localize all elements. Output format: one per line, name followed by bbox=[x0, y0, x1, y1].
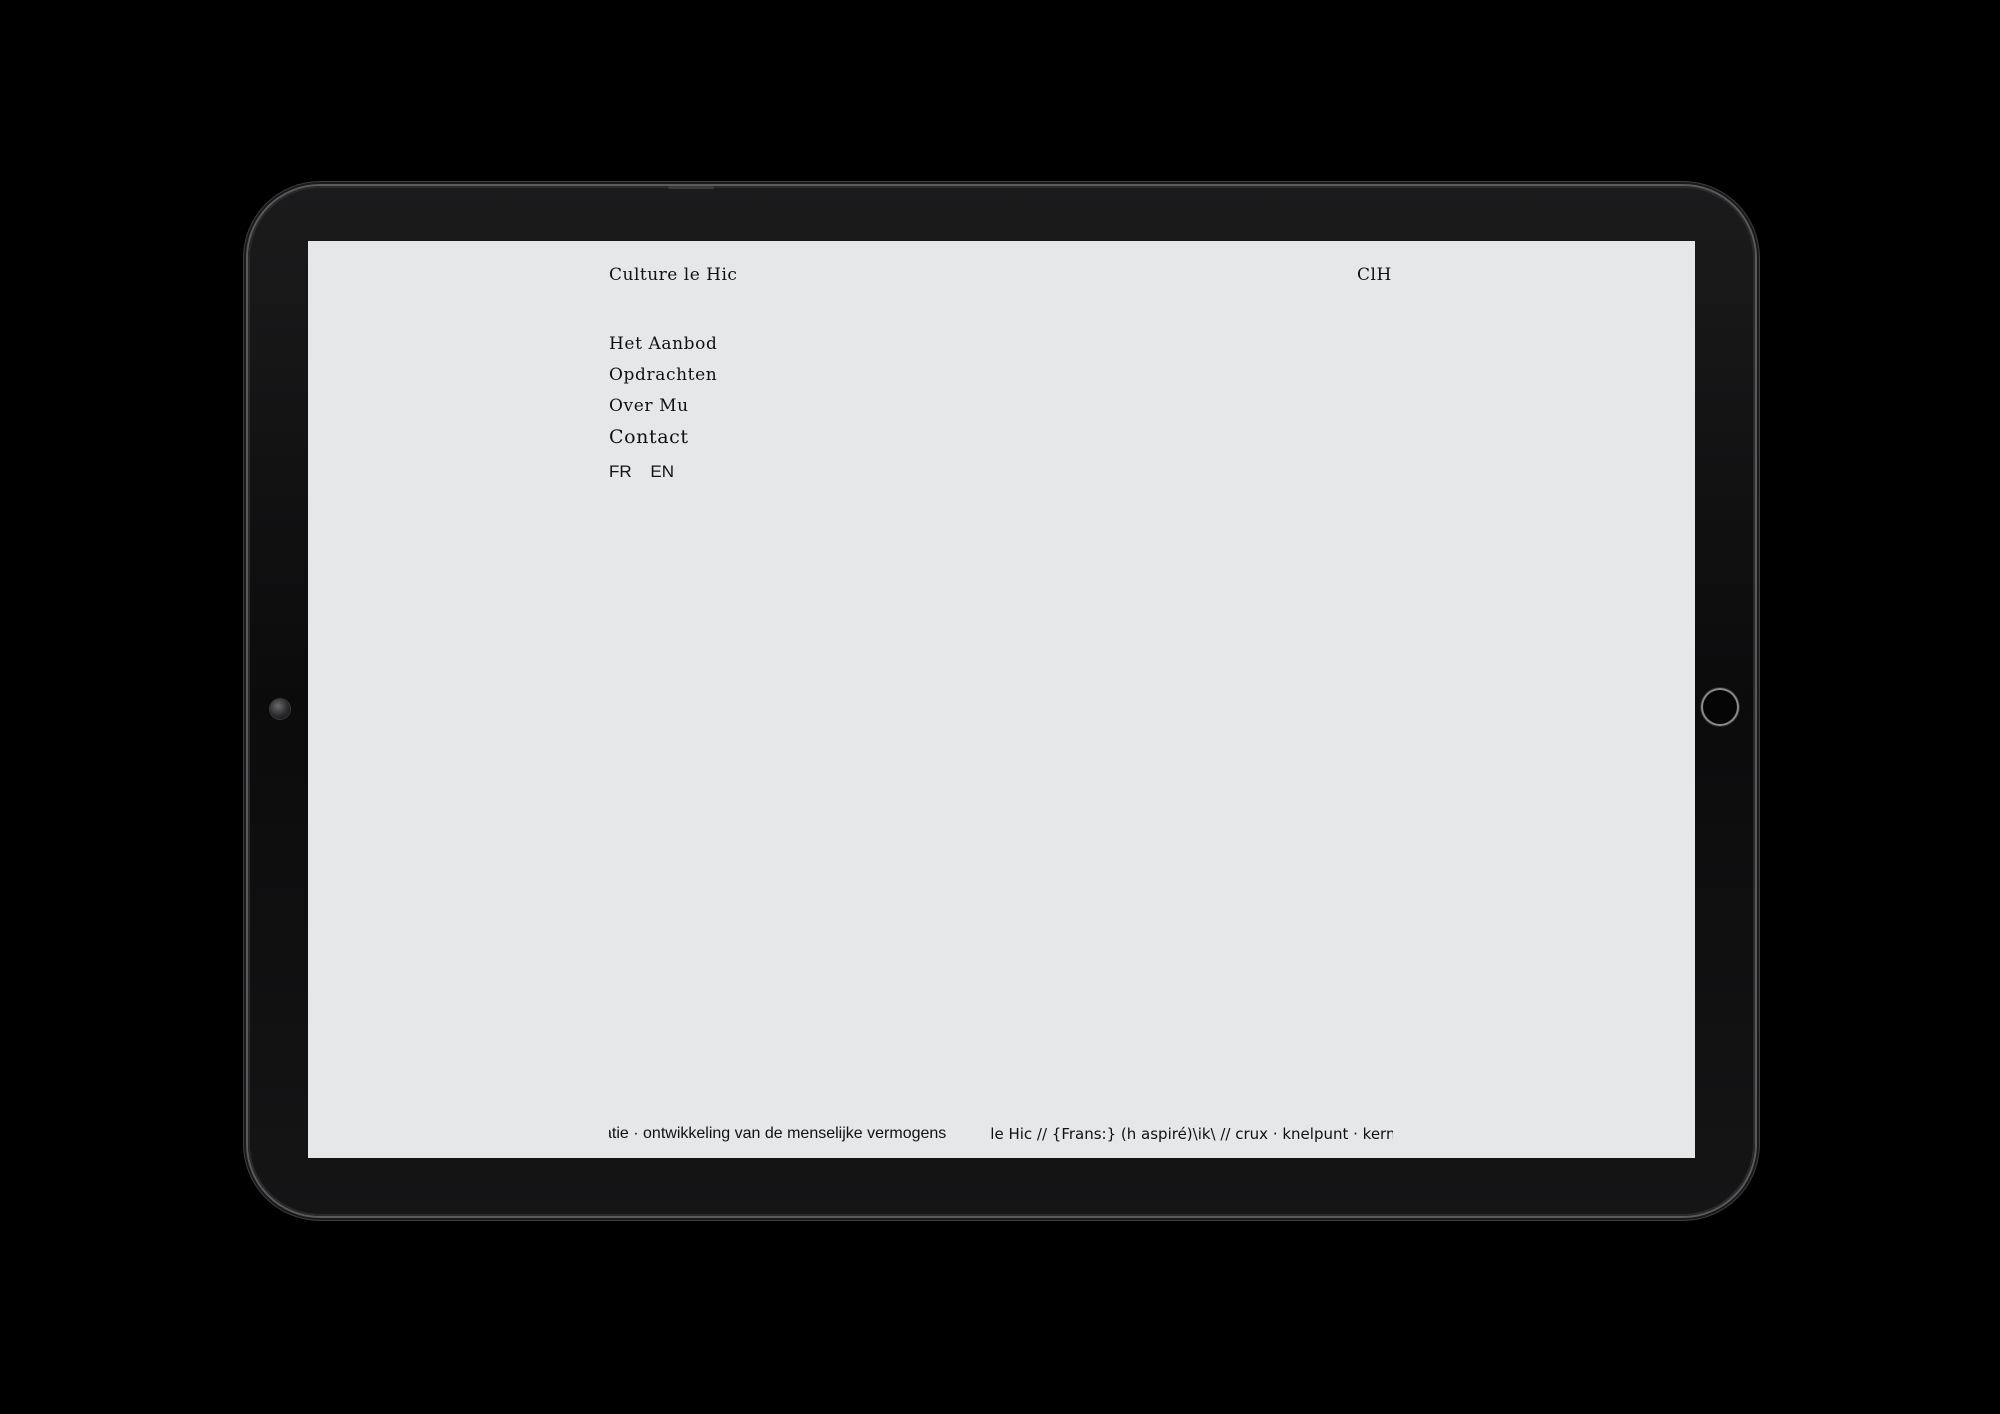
nav-item-het-aanbod[interactable]: Het Aanbod bbox=[609, 329, 717, 360]
tablet-sensor bbox=[668, 186, 714, 189]
main-nav: Het Aanbod Opdrachten Over Mu Contact bbox=[609, 329, 717, 453]
ticker-segment-etymology: le Hic // {Frans:} (h aspiré)\ik\ // cru… bbox=[990, 1125, 1393, 1143]
nav-item-opdrachten[interactable]: Opdrachten bbox=[609, 360, 717, 391]
language-fr-link[interactable]: FR bbox=[609, 462, 632, 482]
browser-screen: Culture le Hic ClH Het Aanbod Opdrachten… bbox=[308, 241, 1695, 1158]
ticker-segment-definition: atie · ontwikkeling van de menselijke ve… bbox=[609, 1125, 947, 1142]
nav-item-over-mu[interactable]: Over Mu bbox=[609, 391, 717, 422]
language-en-link[interactable]: EN bbox=[650, 462, 674, 482]
stage: Culture le Hic ClH Het Aanbod Opdrachten… bbox=[0, 0, 2000, 1414]
site-title-link[interactable]: Culture le Hic bbox=[609, 265, 737, 285]
camera-icon bbox=[270, 699, 290, 719]
ticker-track: atie · ontwikkeling van de menselijke ve… bbox=[609, 1123, 1393, 1145]
language-switcher: FR EN bbox=[609, 462, 688, 482]
home-button[interactable] bbox=[1703, 690, 1737, 724]
footer-ticker: atie · ontwikkeling van de menselijke ve… bbox=[609, 1123, 1393, 1147]
nav-item-contact[interactable]: Contact bbox=[609, 422, 717, 453]
site-logo[interactable]: ClH bbox=[1357, 265, 1392, 285]
